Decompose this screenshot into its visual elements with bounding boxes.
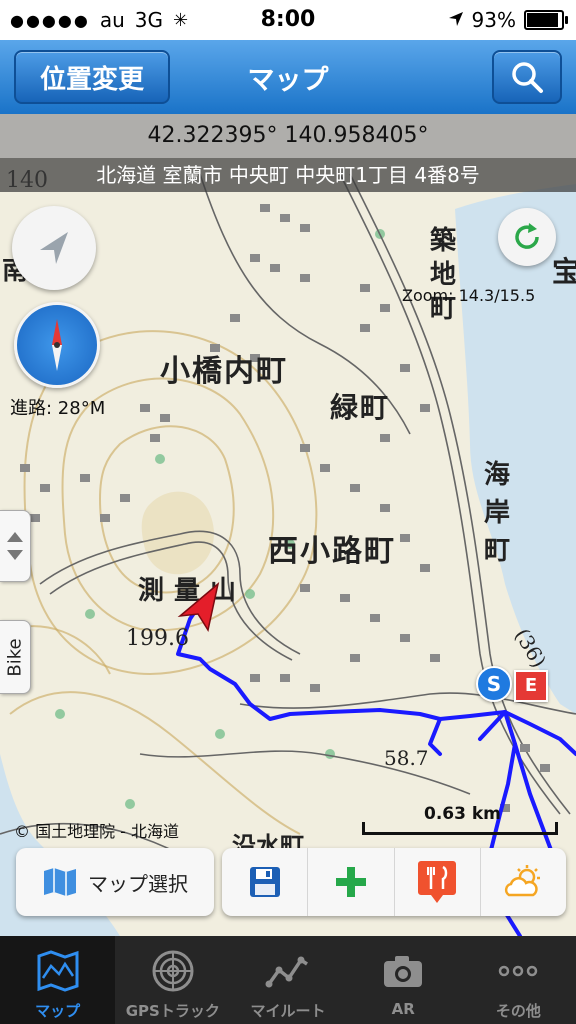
more-icon — [499, 965, 538, 977]
map-label-midori: 緑町 — [330, 391, 391, 424]
search-icon — [512, 62, 543, 93]
map-pan-stepper[interactable] — [0, 510, 31, 582]
route-end-label: E — [524, 675, 538, 696]
restaurant-button[interactable] — [393, 848, 480, 916]
add-button[interactable] — [307, 848, 393, 916]
location-arrow-icon — [448, 8, 464, 32]
map-label-kobashinai: 小橋内町 — [160, 354, 288, 389]
scale-bar — [362, 822, 558, 835]
camera-icon — [384, 956, 423, 987]
map-label-elevation-low: 58.7 — [384, 746, 429, 770]
map-label-nishikoji: 西小路町 — [268, 534, 396, 569]
status-bar: ●●●●● au 3G ✳ 8:00 93% — [0, 0, 576, 40]
scale-label: 0.63 km — [424, 804, 501, 824]
map-select-label: マップ選択 — [88, 871, 188, 896]
address-bar: 北海道 室蘭市 中央町 中央町1丁目 4番8号 — [0, 158, 576, 192]
status-right: 93% — [448, 8, 568, 32]
chevron-up-icon[interactable] — [6, 531, 24, 543]
search-button[interactable] — [492, 50, 562, 104]
tab-ar-label: AR — [391, 1000, 415, 1018]
heading-label: 進路: 28°M — [10, 398, 106, 419]
add-icon — [335, 867, 366, 897]
compass-button[interactable] — [14, 302, 100, 388]
route-end-marker[interactable]: E — [514, 670, 548, 702]
tab-map[interactable]: マップ — [0, 936, 116, 1024]
map-icon — [37, 950, 79, 992]
tab-gps-track[interactable]: GPSトラック — [115, 936, 230, 1024]
weather-button[interactable] — [479, 848, 566, 916]
battery-icon — [524, 10, 568, 30]
chevron-down-icon[interactable] — [6, 549, 24, 561]
tab-my-route[interactable]: マイルート — [230, 936, 345, 1024]
weather-icon — [505, 865, 541, 897]
tab-more[interactable]: その他 — [461, 936, 576, 1024]
location-arrow-icon — [40, 232, 68, 264]
tab-my-route-label: マイルート — [250, 1002, 326, 1020]
tab-more-label: その他 — [495, 1002, 541, 1020]
map-select-button[interactable]: マップ選択 — [16, 848, 214, 916]
refresh-button[interactable] — [498, 208, 556, 266]
current-position-arrow-icon — [177, 582, 220, 632]
map-label-kaigan: 海岸町 — [484, 460, 511, 566]
bike-mode-tab[interactable]: Bike — [0, 620, 31, 694]
tab-bar: マップ GPSトラック マイルート AR その他 — [0, 936, 576, 1024]
navigation-bar: 位置変更 マップ — [0, 40, 576, 115]
tab-ar[interactable]: AR — [346, 936, 461, 1024]
save-button[interactable] — [222, 848, 307, 916]
route-start-label: S — [486, 672, 502, 696]
tab-gps-track-label: GPSトラック — [125, 1002, 220, 1020]
zoom-label: Zoom: 14.3/15.5 — [402, 286, 536, 305]
battery-fill — [527, 13, 559, 27]
my-location-button[interactable] — [12, 206, 96, 290]
save-icon — [249, 867, 280, 897]
route-icon — [265, 956, 308, 988]
map-icon — [44, 868, 76, 896]
map-view[interactable]: 小橋内町 緑町 西小路町 測量山 海岸町 築地町 199.6 58.7 (36)… — [0, 114, 576, 936]
map-attribution: © 国土地理院 - 北海道 — [14, 822, 180, 841]
map-label-tsukiji: 築地町 — [430, 226, 457, 324]
bike-mode-label: Bike — [4, 637, 26, 677]
radar-icon — [152, 950, 194, 992]
map-label-edge-right: 宝 — [552, 255, 576, 288]
refresh-icon — [515, 223, 539, 249]
route-start-marker[interactable]: S — [476, 666, 512, 702]
battery-percent: 93% — [471, 8, 516, 32]
map-toolbar — [222, 848, 566, 916]
coordinates-bar: 42.322395° 140.958405° — [0, 114, 576, 158]
page-title: マップ — [247, 65, 329, 96]
compass-icon — [52, 319, 62, 371]
restaurant-icon — [418, 861, 457, 903]
tab-map-label: マップ — [35, 1002, 81, 1020]
